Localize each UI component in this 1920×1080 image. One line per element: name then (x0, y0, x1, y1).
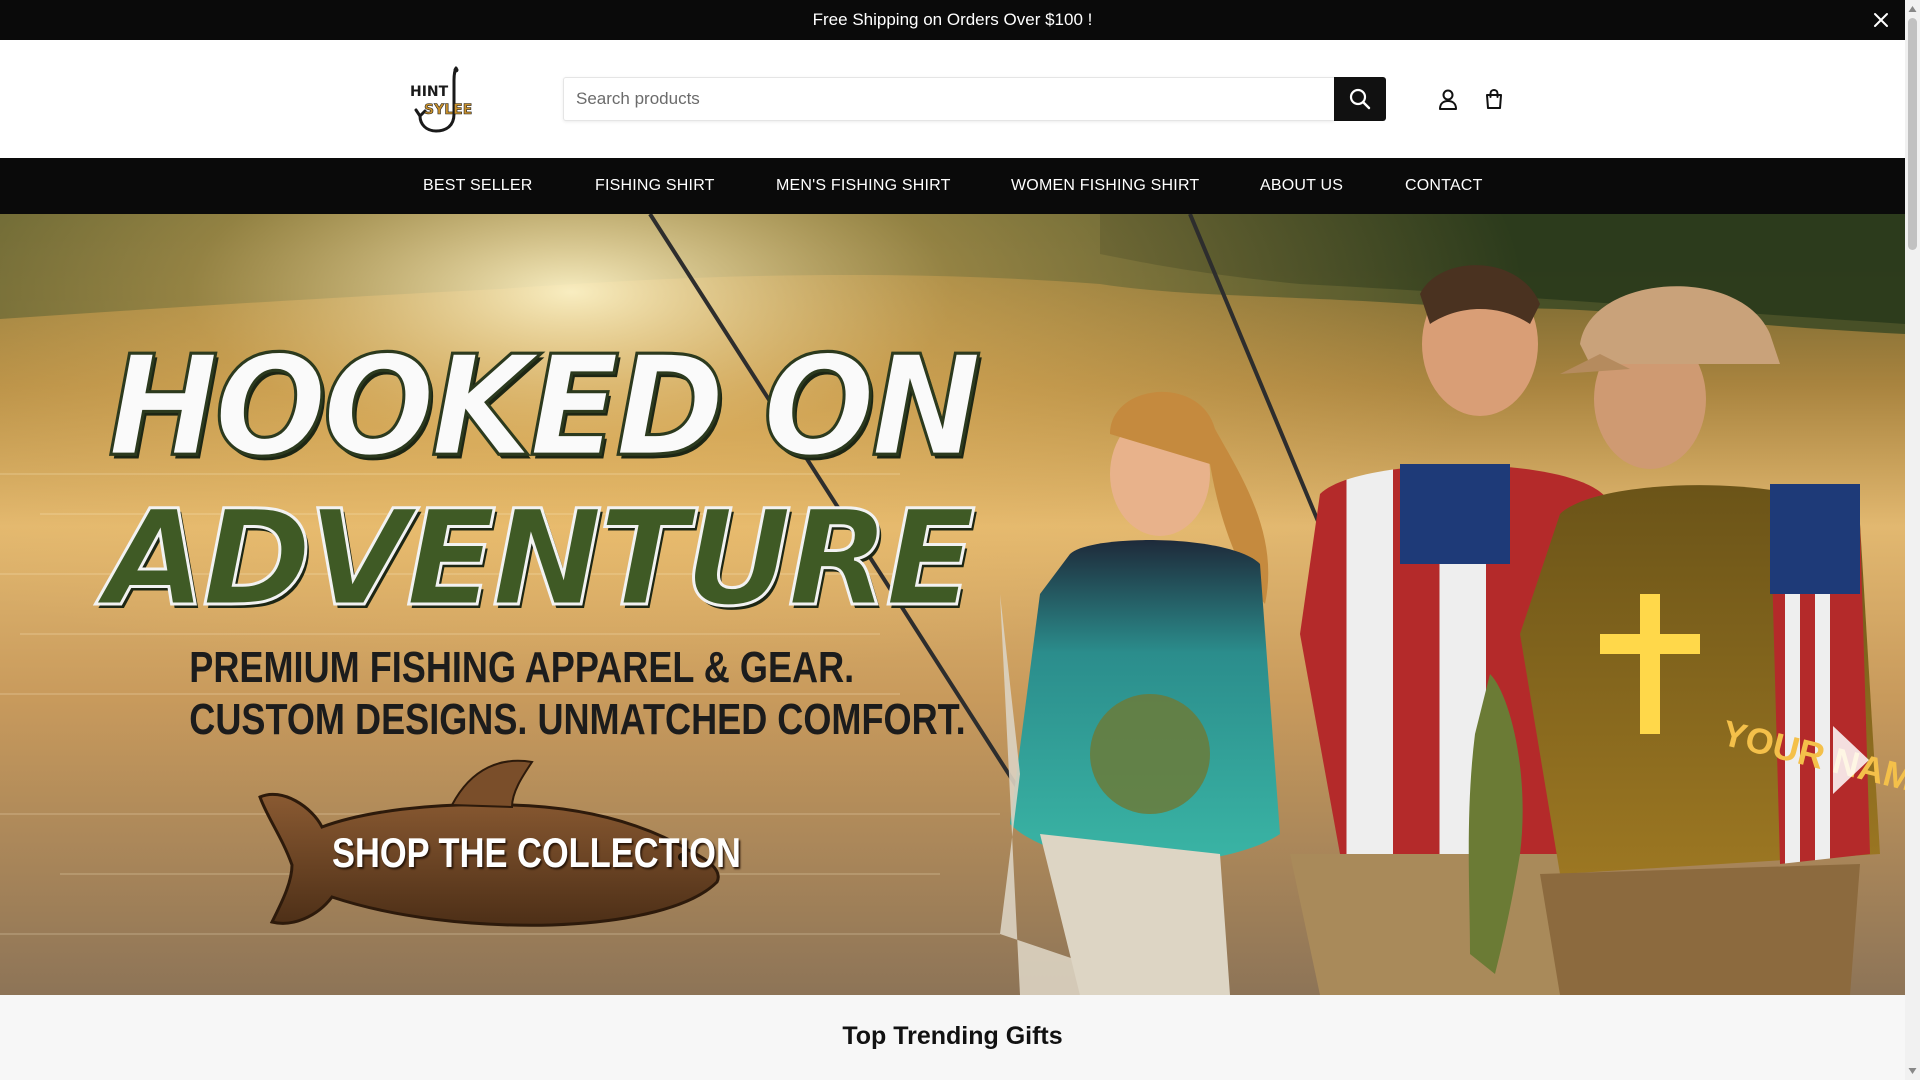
nav-item-best-seller[interactable]: BEST SELLER (423, 158, 533, 214)
site-header: HINT SYLEE (0, 40, 1905, 158)
chevron-right-icon[interactable] (1825, 722, 1875, 798)
hero-banner[interactable]: YOUR NAME HOOKED ON ADVENTURE PREMIUM FI… (0, 214, 1905, 995)
hero-headline-line1: HOOKED ON (107, 326, 984, 488)
site-logo[interactable]: HINT SYLEE (408, 66, 478, 134)
announcement-text: Free Shipping on Orders Over $100 ! (812, 10, 1093, 29)
shop-collection-label: SHOP THE COLLECTION (332, 829, 741, 876)
logo-text-line2: SYLEE (424, 102, 472, 118)
nav-item-fishing-shirt[interactable]: FISHING SHIRT (595, 158, 715, 214)
page: Free Shipping on Orders Over $100 ! HINT… (0, 0, 1920, 1080)
close-icon[interactable] (1869, 8, 1893, 32)
search-button[interactable] (1334, 77, 1386, 121)
main-nav: BEST SELLER FISHING SHIRT MEN'S FISHING … (0, 158, 1905, 214)
scrollbar-thumb[interactable] (1908, 18, 1917, 250)
nav-item-women-fishing-shirt[interactable]: WOMEN FISHING SHIRT (1011, 158, 1199, 214)
nav-item-about-us[interactable]: ABOUT US (1260, 158, 1343, 214)
nav-item-contact[interactable]: CONTACT (1405, 158, 1483, 214)
cart-icon[interactable] (1481, 86, 1507, 112)
section-title: Top Trending Gifts (842, 1022, 1063, 1050)
announcement-bar: Free Shipping on Orders Over $100 ! (0, 0, 1905, 40)
page-scrollbar[interactable] (1905, 0, 1920, 1080)
scroll-down-arrow-icon[interactable] (1908, 1066, 1917, 1076)
search-bar (563, 77, 1386, 121)
hero-subline-1: PREMIUM FISHING APPAREL & GEAR. (189, 643, 855, 692)
user-icon[interactable] (1435, 86, 1461, 112)
hero-subheadline: PREMIUM FISHING APPAREL & GEAR. CUSTOM D… (189, 642, 966, 746)
hero-subline-2: CUSTOM DESIGNS. UNMATCHED COMFORT. (189, 695, 966, 744)
shop-collection-button[interactable]: SHOP THE COLLECTION (252, 757, 741, 937)
logo-text-line1: HINT (410, 84, 449, 100)
nav-item-mens-fishing-shirt[interactable]: MEN'S FISHING SHIRT (776, 158, 951, 214)
search-input[interactable] (563, 77, 1334, 121)
search-icon (1349, 88, 1371, 110)
hero-headline-line2: ADVENTURE (103, 482, 978, 636)
scroll-up-arrow-icon[interactable] (1908, 4, 1917, 14)
